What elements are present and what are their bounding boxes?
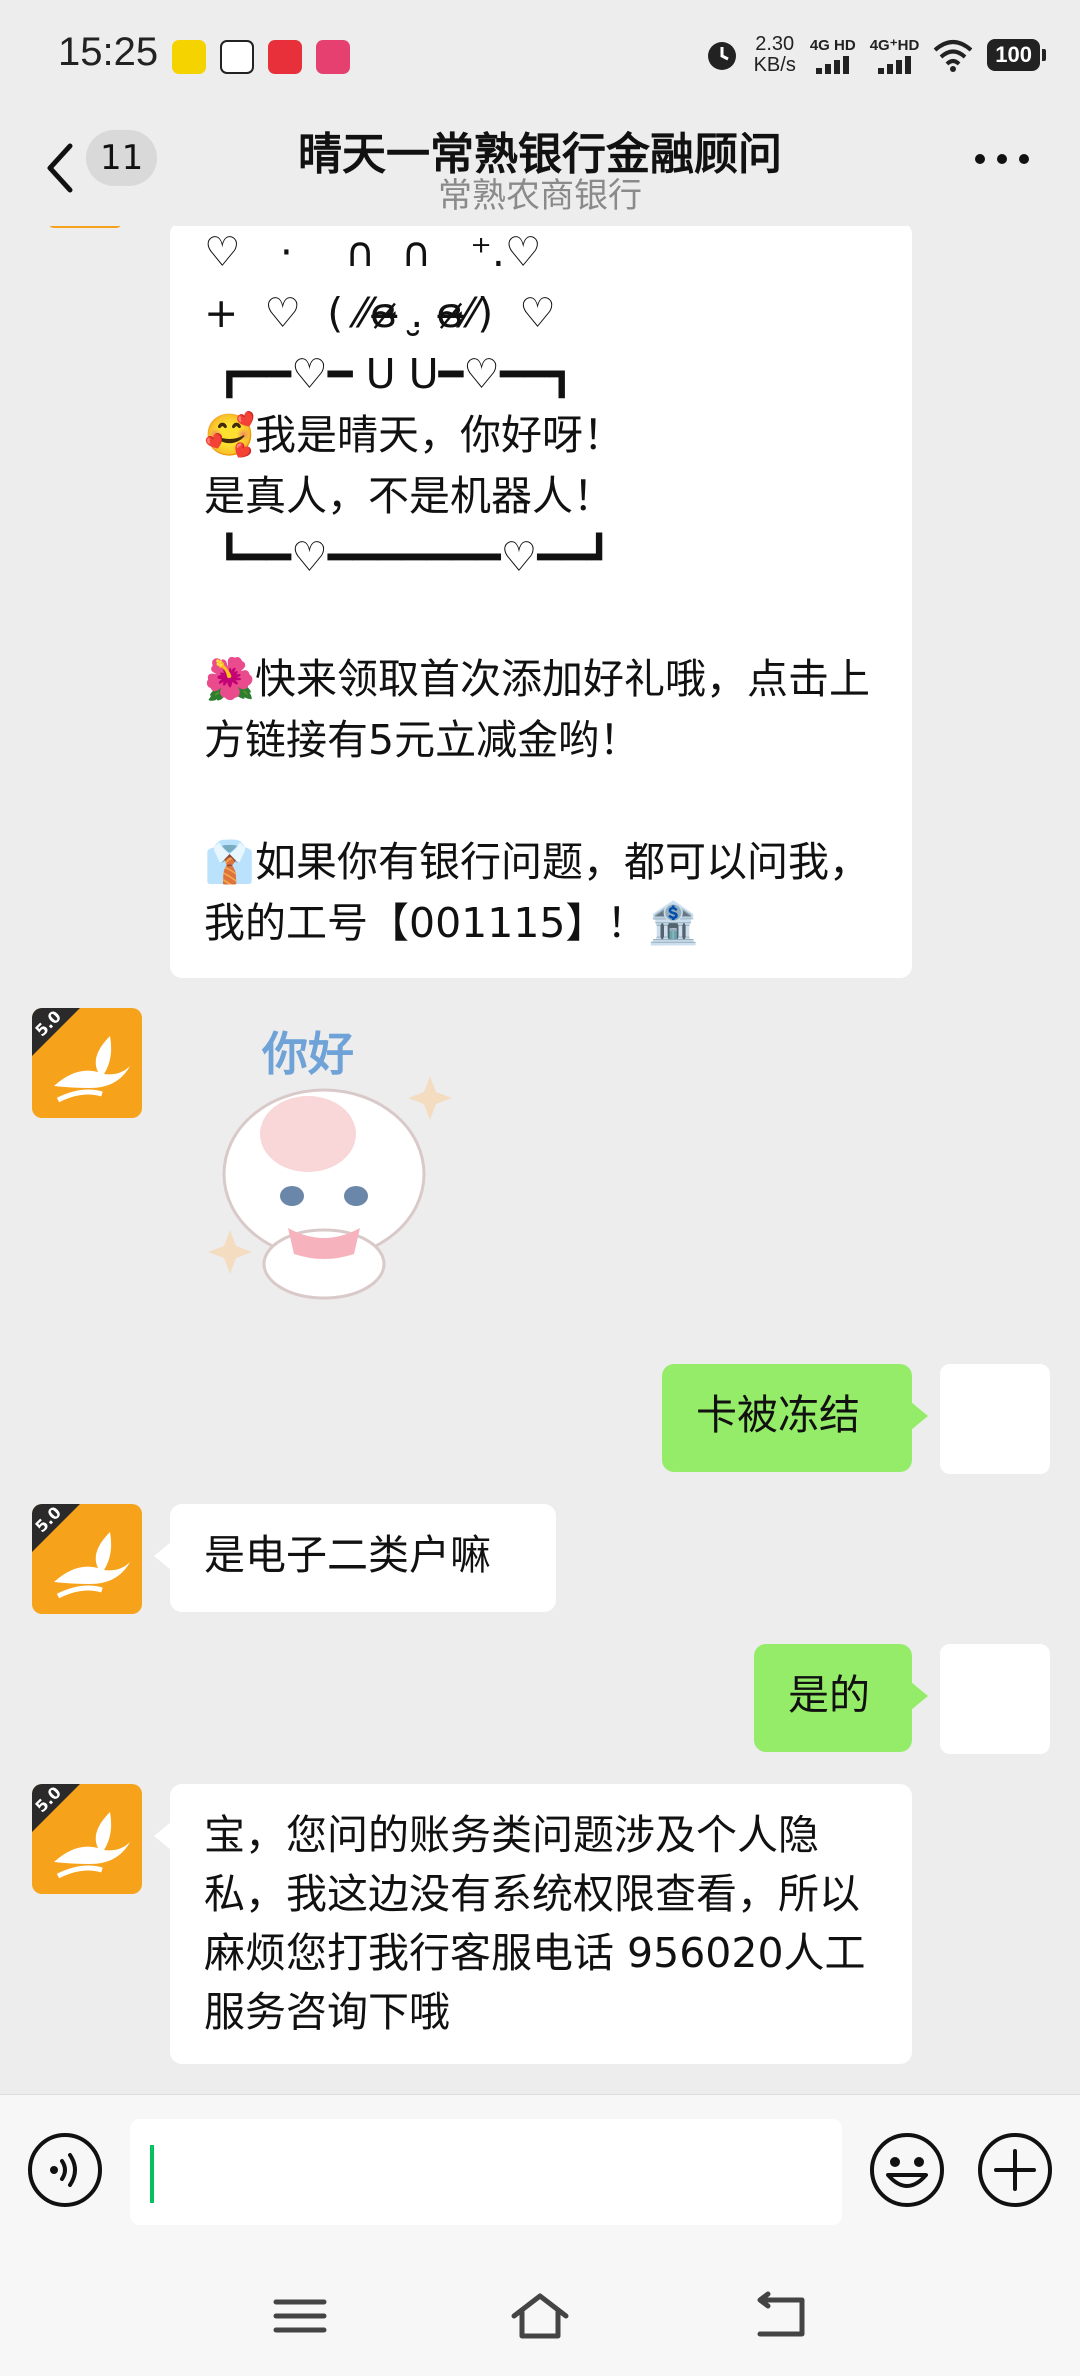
emoji-icon[interactable]	[868, 2131, 946, 2209]
message-list[interactable]: ♡ · ∩ ∩ ⁺.♡ + ♡ ( ⁄⁄ɞ̴̶̷ .̮ ɞ̴̶̷⁄⁄) ♡ ┏━…	[0, 226, 1080, 2094]
bank-avatar[interactable]: 5.0	[32, 1784, 142, 1894]
bank-avatar[interactable]: 5.0	[32, 1008, 142, 1118]
plus-icon[interactable]	[976, 2131, 1054, 2209]
bank-avatar[interactable]: 5.0	[32, 1504, 142, 1614]
input-bar	[0, 2094, 1080, 2254]
message-bubble-out[interactable]: 卡被冻结	[662, 1364, 928, 1472]
self-avatar[interactable]	[940, 1364, 1050, 1474]
status-time: 15:25	[58, 30, 159, 74]
sticker-text: 你好	[262, 1027, 354, 1081]
status-right: 2.30 KB/s 4G HD 4G⁺HD 100	[704, 34, 1046, 76]
signal-sim1: 4G HD	[810, 37, 856, 74]
menu-icon[interactable]	[270, 2290, 330, 2342]
tiktok-icon	[220, 40, 254, 74]
signal-label-1: 4G HD	[809, 36, 856, 54]
alarm-icon	[707, 42, 736, 70]
wifi-icon	[933, 40, 973, 72]
avatar-partial	[48, 226, 122, 228]
signal-bars-icon	[816, 55, 850, 74]
message-bubble-in[interactable]: 宝，您问的账务类问题涉及个人隐私，我这边没有系统权限查看，所以麻烦您打我行客服电…	[154, 1784, 912, 2064]
signal-bars-icon	[877, 56, 911, 74]
notification-icons	[172, 40, 350, 74]
home-icon[interactable]	[510, 2290, 570, 2342]
app-notification-icon	[172, 40, 206, 74]
signal-label-2: 4G⁺HD	[869, 37, 920, 54]
sticker-image[interactable]: 你好	[196, 1014, 486, 1314]
system-nav-bar	[0, 2254, 1080, 2376]
message-bubble-in[interactable]: 是电子二类户嘛	[154, 1504, 556, 1612]
text-caret	[150, 2145, 154, 2203]
status-bar: 15:25 2.30 KB/s 4G HD 4G⁺HD 100	[0, 0, 1080, 116]
voice-icon[interactable]	[26, 2131, 104, 2209]
app-notification-icon	[316, 40, 350, 74]
more-icon[interactable]	[974, 152, 1030, 166]
message-bubble-out[interactable]: 是的	[754, 1644, 928, 1752]
net-speed: 2.30 KB/s	[754, 34, 796, 76]
self-avatar[interactable]	[940, 1644, 1050, 1754]
back-nav-icon[interactable]	[750, 2290, 810, 2342]
net-speed-value: 2.30	[755, 33, 795, 55]
signal-sim2: 4G⁺HD	[869, 36, 920, 74]
message-input[interactable]	[130, 2119, 842, 2225]
message-bubble-intro[interactable]: ♡ · ∩ ∩ ⁺.♡ + ♡ ( ⁄⁄ɞ̴̶̷ .̮ ɞ̴̶̷⁄⁄) ♡ ┏━…	[170, 226, 912, 978]
battery-indicator: 100	[987, 39, 1046, 71]
wechat-chat-screen: 15:25 2.30 KB/s 4G HD 4G⁺HD 100 11 晴天一常熟…	[0, 0, 1080, 2376]
chat-subtitle: 常熟农商银行	[438, 176, 642, 216]
app-notification-icon	[268, 40, 302, 74]
net-speed-unit: KB/s	[753, 54, 796, 76]
chat-header: 11 晴天一常熟银行金融顾问 常熟农商银行	[0, 116, 1080, 226]
